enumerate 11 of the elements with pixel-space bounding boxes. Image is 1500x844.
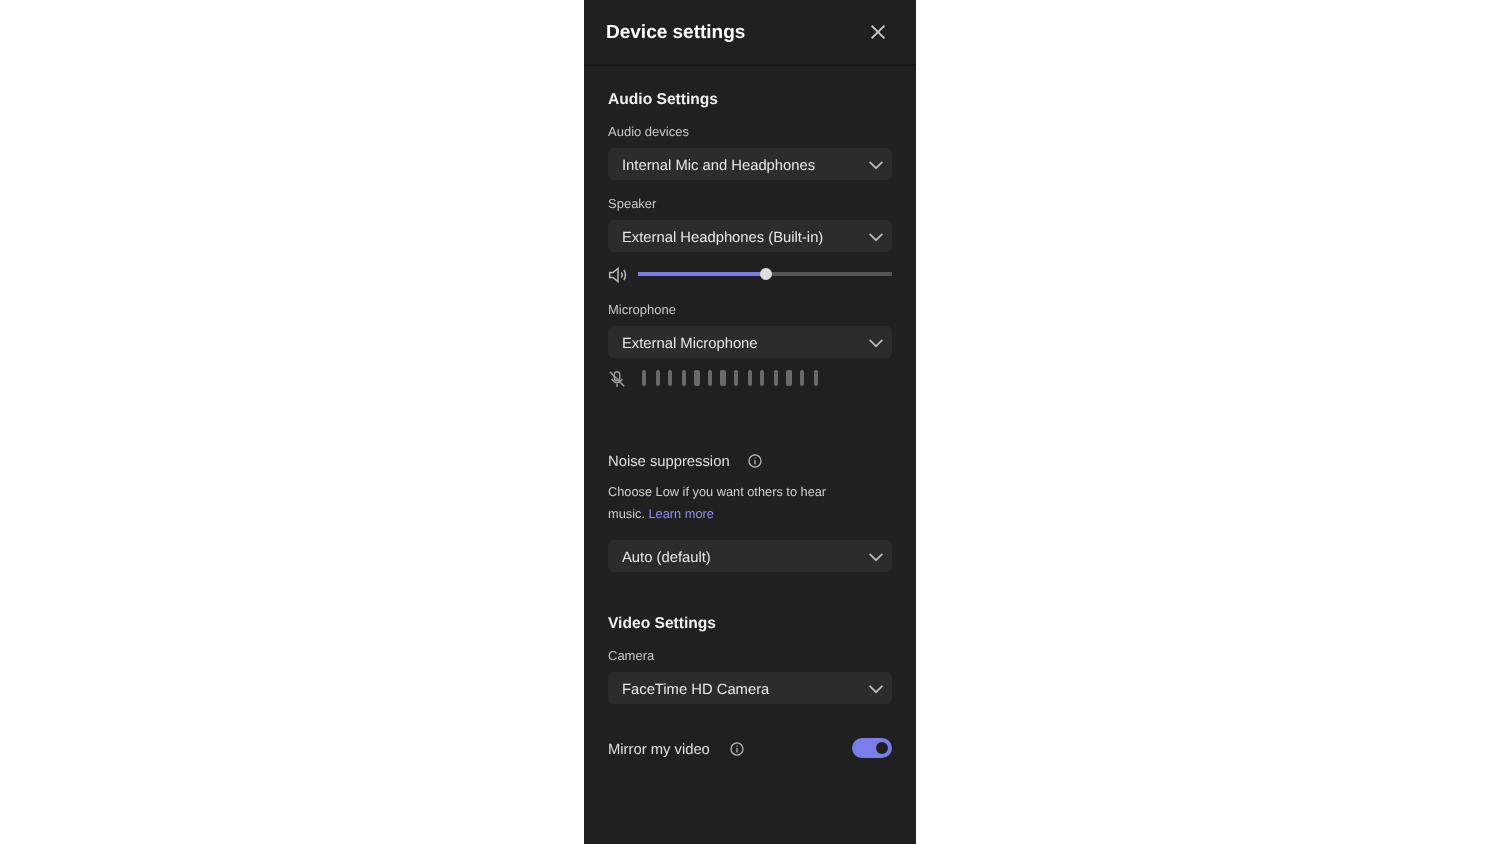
info-icon[interactable] [729,741,744,755]
speaker-icon [608,265,628,283]
info-icon[interactable] [747,454,762,468]
mirror-toggle[interactable] [852,738,892,758]
chevron-icon [868,231,884,241]
chevron-icon [868,551,884,561]
chevron-icon [868,159,884,169]
chevron-icon [868,683,884,693]
chevron-icon [868,337,884,347]
close-icon[interactable] [870,24,886,40]
panel-title: Device settings [606,21,746,43]
